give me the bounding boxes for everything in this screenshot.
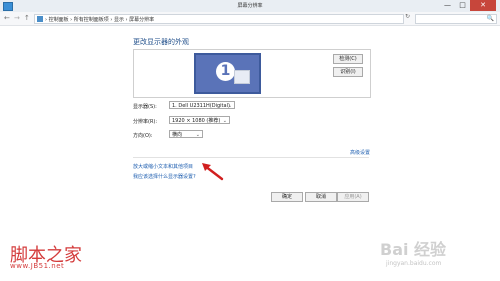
up-arrow-icon[interactable]: ↑ <box>24 14 30 22</box>
orientation-select[interactable]: 横向 ⌄ <box>169 130 203 138</box>
minimize-button[interactable]: — <box>440 0 455 11</box>
monitor-grid-icon <box>234 70 250 84</box>
chevron-down-icon: ⌄ <box>195 132 200 138</box>
display-preview: 1 检测(C) 识别(I) <box>133 49 371 98</box>
red-arrow-icon <box>202 163 224 181</box>
text-size-link[interactable]: 放大或缩小文本和其他项目 <box>133 163 193 170</box>
monitor-number: 1 <box>216 62 235 81</box>
window-title: 屏幕分辨率 <box>237 3 263 9</box>
display-select[interactable]: 1. Dell U2311H(Digital) ⌄ <box>169 101 235 109</box>
site-watermark-url: www.JB51.net <box>10 262 65 270</box>
advanced-settings-link[interactable]: 高级设置 <box>350 149 370 156</box>
detect-button[interactable]: 检测(C) <box>333 54 363 64</box>
resolution-select-value: 1920 × 1080 (推荐) <box>172 118 221 124</box>
forward-arrow-icon[interactable]: → <box>14 14 20 22</box>
close-button[interactable]: ✕ <box>470 0 496 11</box>
maximize-button[interactable]: □ <box>455 0 470 11</box>
display-select-value: 1. Dell U2311H(Digital) <box>172 103 230 109</box>
refresh-icon[interactable]: ↻ <box>405 13 410 20</box>
monitor-1[interactable]: 1 <box>194 53 261 94</box>
chevron-down-icon: ⌄ <box>222 118 227 124</box>
resolution-label: 分辨率(R): <box>133 119 158 125</box>
baidu-watermark-url: jingyan.baidu.com <box>386 260 442 267</box>
search-input[interactable]: 🔍 <box>415 14 497 24</box>
breadcrumb[interactable]: › 控制面板 › 所有控制面板项 › 显示 › 屏幕分辨率 <box>45 16 154 23</box>
display-label: 显示器(S): <box>133 104 157 110</box>
cancel-button[interactable]: 取消 <box>305 192 337 202</box>
baidu-watermark: Bai 经验 <box>380 240 447 259</box>
navigation-bar: ← → ↑ › 控制面板 › 所有控制面板项 › 显示 › 屏幕分辨率 ↻ 🔍 <box>0 12 500 26</box>
apply-button[interactable]: 应用(A) <box>337 192 369 202</box>
divider <box>133 157 369 158</box>
address-bar[interactable]: › 控制面板 › 所有控制面板项 › 显示 › 屏幕分辨率 <box>34 14 404 24</box>
identify-button[interactable]: 识别(I) <box>333 67 363 77</box>
orientation-label: 方向(O): <box>133 133 153 139</box>
which-settings-link[interactable]: 我应该选择什么显示器设置? <box>133 173 196 180</box>
page-title: 更改显示器的外观 <box>133 38 189 46</box>
orientation-select-value: 横向 <box>172 132 183 138</box>
ok-button[interactable]: 确定 <box>271 192 303 202</box>
chevron-down-icon: ⌄ <box>227 103 232 109</box>
back-arrow-icon[interactable]: ← <box>4 14 10 22</box>
control-panel-icon <box>37 16 43 22</box>
resolution-select[interactable]: 1920 × 1080 (推荐) ⌄ <box>169 116 230 124</box>
search-icon[interactable]: 🔍 <box>487 15 494 22</box>
